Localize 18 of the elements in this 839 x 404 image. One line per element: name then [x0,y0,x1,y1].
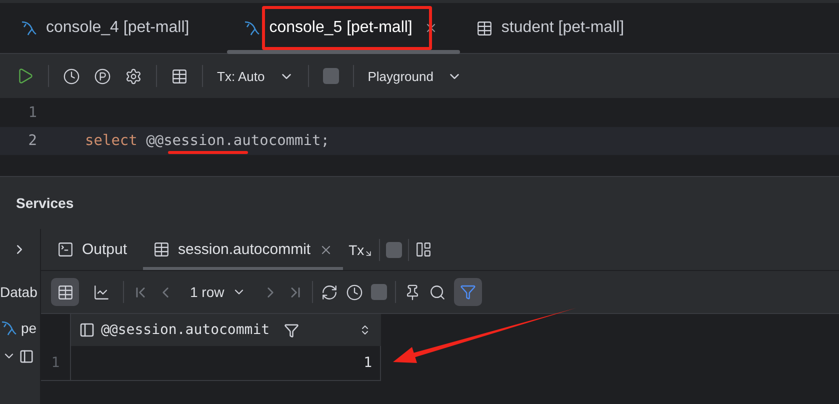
code-line: select @@session.autocommit; [85,133,330,149]
row-number: 1 [41,346,71,381]
row-count-dropdown[interactable]: 1 row [182,284,254,300]
panel-tab[interactable]: Output [47,229,138,270]
column-header[interactable]: @@session.autocommit [71,314,381,346]
transaction-button[interactable]: Tx [348,242,374,258]
transaction-dropdown[interactable]: Tx: Auto [217,68,294,84]
schema-dropdown[interactable]: Playground [368,68,462,84]
line-number: 1 [27,105,37,121]
panel-title: Services [16,195,74,211]
editor-tab[interactable]: console_4 [pet-mall] [14,3,228,53]
table-cell: 1 [71,346,381,381]
sidebar-label: Datab [0,284,38,300]
tree-item[interactable]: pe [21,320,37,336]
editor-tab[interactable]: console_5 [pet-mall] [227,3,460,53]
editor-tab[interactable]: student [pet-mall] [460,3,662,53]
panel-tab[interactable]: session.autocommit [143,229,343,270]
line-number: 2 [27,133,37,149]
